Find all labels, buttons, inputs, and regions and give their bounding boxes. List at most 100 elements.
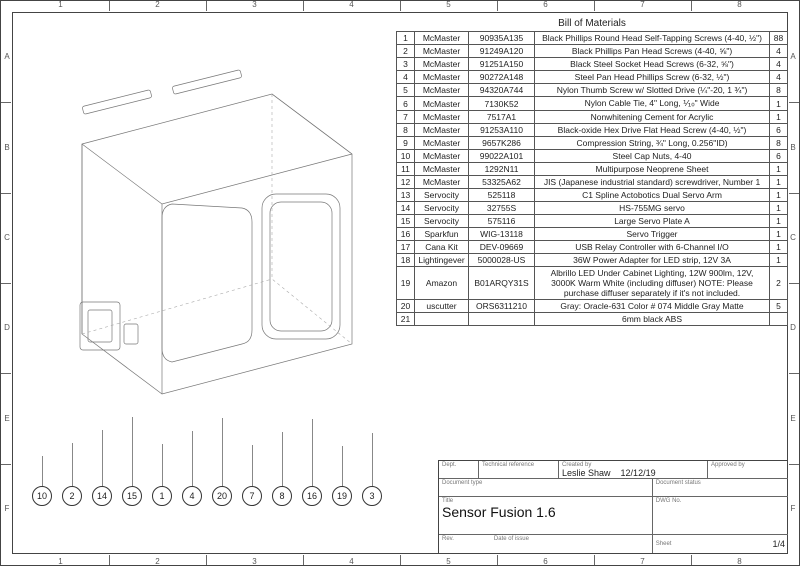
bom-cell-desc: Compression String, ¾" Long, 0.256"ID) [535,137,770,150]
bom-row: 9McMaster9657K286Compression String, ¾" … [397,137,788,150]
label-techref: Technical reference [482,462,555,468]
bom-row: 6McMaster7130K52Nylon Cable Tie, 4" Long… [397,97,788,111]
label-date: Date of issue [494,536,529,552]
bom-row: 7McMaster7517A1Nonwhitening Cement for A… [397,111,788,124]
balloon-callout: 16 [302,486,322,506]
label-rev: Rev. [442,536,454,552]
bom-cell-part: 7517A1 [469,111,535,124]
bom-row: 8McMaster91253A110Black-oxide Hex Drive … [397,124,788,137]
bom-cell-ven: Lightingever [415,254,469,267]
bom-cell-desc: USB Relay Controller with 6-Channel I/O [535,241,770,254]
bom-cell-num: 14 [397,202,415,215]
bom-cell-desc: C1 Spline Actobotics Dual Servo Arm [535,189,770,202]
label-approved: Approved by [711,462,785,468]
bom-cell-qty: 2 [770,267,788,300]
bom-cell-part: 32755S [469,202,535,215]
bom-cell-num: 16 [397,228,415,241]
isometric-assembly-view [22,24,382,454]
bom-cell-num: 10 [397,150,415,163]
bom-row: 13Servocity525118C1 Spline Actobotics Du… [397,189,788,202]
balloon-callout: 2 [62,486,82,506]
bom-cell-desc: Black Phillips Round Head Self-Tapping S… [535,32,770,45]
bom-cell-num: 5 [397,84,415,97]
bom-cell-part: 91251A150 [469,58,535,71]
bom-cell-num: 6 [397,97,415,111]
bom-cell-qty: 1 [770,111,788,124]
label-dept: Dept. [442,462,475,468]
balloon-callout: 1 [152,486,172,506]
bom-cell-num: 4 [397,71,415,84]
bom-cell-ven: McMaster [415,45,469,58]
label-sheet: Sheet [656,541,672,547]
bom-cell-desc: Albrillo LED Under Cabinet Lighting, 12W… [535,267,770,300]
bom-cell-num: 2 [397,45,415,58]
bom-cell-qty: 6 [770,124,788,137]
bom-cell-qty: 1 [770,176,788,189]
bom-cell-ven: McMaster [415,97,469,111]
bom-title: Bill of Materials [396,18,788,29]
bom-cell-num: 18 [397,254,415,267]
label-doctype: Document type [442,480,649,486]
bom-cell-ven: Servocity [415,202,469,215]
balloon-callout: 15 [122,486,142,506]
bom-row: 216mm black ABS [397,313,788,326]
bom-cell-num: 12 [397,176,415,189]
bom-row: 16SparkfunWIG-13118Servo Trigger1 [397,228,788,241]
bom-cell-ven: McMaster [415,84,469,97]
bom-row: 11McMaster1292N11Multipurpose Neoprene S… [397,163,788,176]
bom-cell-desc: Gray: Oracle-631 Color # 074 Middle Gray… [535,300,770,313]
bom-cell-desc: Black Phillips Pan Head Screws (4-40, ⅝"… [535,45,770,58]
bom-cell-num: 19 [397,267,415,300]
bom-cell-qty: 1 [770,228,788,241]
bom-row: 1McMaster90935A135Black Phillips Round H… [397,32,788,45]
bom-cell-ven: Cana Kit [415,241,469,254]
balloon-callout: 4 [182,486,202,506]
balloon-callout-strip: 102141514207816193 [28,446,388,506]
bom-cell-desc: Servo Trigger [535,228,770,241]
bom-cell-desc: JIS (Japanese industrial standard) screw… [535,176,770,189]
bom-cell-qty: 4 [770,58,788,71]
bom-cell-ven: McMaster [415,71,469,84]
bom-cell-num: 15 [397,215,415,228]
bom-cell-num: 3 [397,58,415,71]
bom-row: 19AmazonB01ARQY31SAlbrillo LED Under Cab… [397,267,788,300]
bom-cell-part: ORS6311210 [469,300,535,313]
bom-row: 15Servocity575116Large Servo Plate A1 [397,215,788,228]
bom-cell-qty: 4 [770,71,788,84]
balloon-callout: 20 [212,486,232,506]
bom-cell-desc: Multipurpose Neoprene Sheet [535,163,770,176]
bom-cell-part [469,313,535,326]
bom-cell-num: 8 [397,124,415,137]
bill-of-materials-table: 1McMaster90935A135Black Phillips Round H… [396,31,788,326]
bom-cell-part: 90272A148 [469,71,535,84]
bom-cell-qty: 1 [770,163,788,176]
bom-cell-num: 9 [397,137,415,150]
label-docstatus: Document status [656,480,785,486]
bom-cell-part: 9657K286 [469,137,535,150]
bom-cell-part: 525118 [469,189,535,202]
bom-cell-part: 91253A110 [469,124,535,137]
bom-cell-part: 99022A101 [469,150,535,163]
bom-cell-part: 91249A120 [469,45,535,58]
bom-cell-desc: Steel Cap Nuts, 4-40 [535,150,770,163]
bom-cell-part: DEV-09669 [469,241,535,254]
bom-row: 14Servocity32755SHS-755MG servo1 [397,202,788,215]
balloon-callout: 8 [272,486,292,506]
bom-cell-desc: Steel Pan Head Phillips Screw (6-32, ½") [535,71,770,84]
sheet-number: 1/4 [772,539,785,549]
label-dwg: DWG No. [656,498,785,504]
bom-cell-desc: Black-oxide Hex Drive Flat Head Screw (4… [535,124,770,137]
bom-row: 10McMaster99022A101Steel Cap Nuts, 4-406 [397,150,788,163]
balloon-callout: 7 [242,486,262,506]
bom-cell-ven: McMaster [415,124,469,137]
created-by: Leslie Shaw [562,468,611,478]
bom-cell-ven: Servocity [415,189,469,202]
bom-cell-desc: 6mm black ABS [535,313,770,326]
bom-cell-ven: Servocity [415,215,469,228]
bom-cell-num: 20 [397,300,415,313]
bom-cell-desc: Nonwhitening Cement for Acrylic [535,111,770,124]
bom-row: 12McMaster53325A62JIS (Japanese industri… [397,176,788,189]
bom-cell-qty: 1 [770,202,788,215]
bom-cell-desc: Large Servo Plate A [535,215,770,228]
bom-cell-ven [415,313,469,326]
